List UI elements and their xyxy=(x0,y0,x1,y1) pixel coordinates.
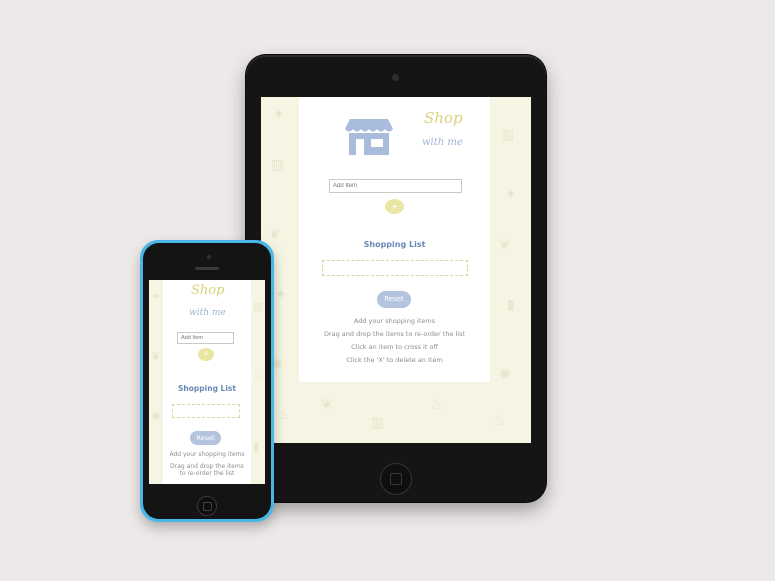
instruction-add: Add your shopping items xyxy=(353,317,436,325)
shopping-list[interactable] xyxy=(322,260,468,276)
app-title-with-me: with me xyxy=(422,137,463,148)
phone-speaker xyxy=(195,267,219,270)
phone-instruction-drag: Drag and drop the items to re-order the … xyxy=(170,463,244,477)
cake-icon: ♨ xyxy=(493,413,506,429)
bread-icon: ▥ xyxy=(501,127,515,143)
milk-icon: ▮ xyxy=(507,297,515,313)
reset-button[interactable]: Reset xyxy=(377,291,411,308)
phone-app-title-with-me: with me xyxy=(189,308,226,318)
milk-icon: ▮ xyxy=(253,440,260,453)
cake-icon: ♨ xyxy=(431,397,444,413)
phone-device: ✦ ❦ ✺ ▥ ♨ ▮ Shop with me + Shopping List… xyxy=(140,240,274,522)
tablet-home-button[interactable] xyxy=(380,463,412,495)
pineapple-icon: ✦ xyxy=(275,287,287,303)
tablet-screen: ✦ ▥ ❦ ✦ ✺ ♨ ▥ ✦ ❦ ▮ ✺ ♨ ❦ ▥ ♨ Shop with … xyxy=(261,97,531,443)
pineapple-icon: ✦ xyxy=(505,187,517,203)
add-item-input[interactable] xyxy=(329,179,462,193)
cake-icon: ♨ xyxy=(277,407,290,423)
instruction-drag: Drag and drop the items to re-order the … xyxy=(323,330,466,338)
pineapple-icon: ✦ xyxy=(151,290,161,303)
app-title-shop: Shop xyxy=(424,109,463,127)
add-item-button[interactable]: + xyxy=(385,199,404,214)
phone-shopping-list[interactable] xyxy=(172,404,240,418)
tablet-camera xyxy=(392,74,399,81)
shopping-list-heading: Shopping List xyxy=(363,240,426,249)
pineapple-icon: ✦ xyxy=(273,107,285,123)
phone-bezel: ✦ ❦ ✺ ▥ ♨ ▮ Shop with me + Shopping List… xyxy=(143,243,271,519)
lemon-icon: ✺ xyxy=(499,367,511,383)
store-icon xyxy=(345,119,393,155)
bread-icon: ▥ xyxy=(253,300,264,313)
lemon-icon: ✺ xyxy=(151,410,161,423)
bread-icon: ▥ xyxy=(271,157,285,173)
cherry-icon: ❦ xyxy=(151,350,161,363)
phone-add-item-button[interactable]: + xyxy=(198,348,214,361)
bread-icon: ▥ xyxy=(371,415,385,431)
app-card: Shop with me + Shopping List Reset Add y… xyxy=(299,97,490,382)
phone-screen: ✦ ❦ ✺ ▥ ♨ ▮ Shop with me + Shopping List… xyxy=(149,280,265,484)
instruction-cross: Click an item to cross it off xyxy=(351,343,438,351)
tablet-device: ✦ ▥ ❦ ✦ ✺ ♨ ▥ ✦ ❦ ▮ ✺ ♨ ❦ ▥ ♨ Shop with … xyxy=(246,55,546,502)
phone-instruction-add: Add your shopping items xyxy=(169,451,245,458)
instruction-delete: Click the 'X' to delete an item xyxy=(346,356,443,364)
phone-app-title-shop: Shop xyxy=(191,283,225,298)
cherry-icon: ❦ xyxy=(321,397,333,413)
phone-app-card: Shop with me + Shopping List Reset Add y… xyxy=(163,280,251,484)
phone-camera xyxy=(207,255,211,259)
phone-reset-button[interactable]: Reset xyxy=(190,431,221,445)
phone-home-button[interactable] xyxy=(197,496,217,516)
cherry-icon: ❦ xyxy=(269,227,281,243)
phone-shopping-list-heading: Shopping List xyxy=(178,384,236,393)
cherry-icon: ❦ xyxy=(499,237,511,253)
cake-icon: ♨ xyxy=(253,370,263,383)
phone-add-item-input[interactable] xyxy=(177,332,234,344)
